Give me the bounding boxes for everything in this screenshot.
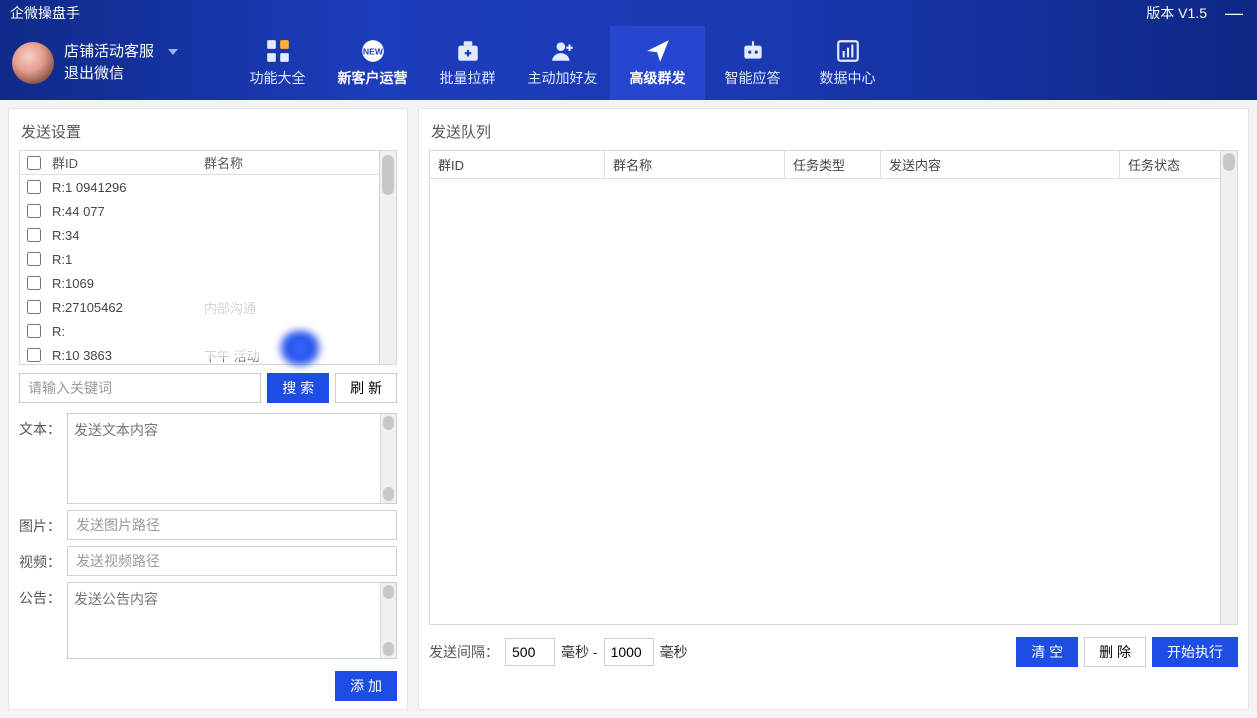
row-group-name: 内部沟通 xyxy=(198,298,379,317)
video-path-input[interactable] xyxy=(67,546,397,576)
notice-content-input[interactable] xyxy=(68,583,396,655)
qcol-content: 发送内容 xyxy=(881,151,1120,178)
row-group-id: R:10 3863 xyxy=(48,348,198,363)
col-group-name: 群名称 xyxy=(198,153,379,172)
interval-sep: 毫秒 - xyxy=(561,642,598,662)
select-all-checkbox[interactable] xyxy=(27,156,41,170)
nav-medkit[interactable]: 批量拉群 xyxy=(420,26,515,100)
medkit-icon xyxy=(455,38,481,64)
qcol-name: 群名称 xyxy=(605,151,785,178)
col-group-id: 群ID xyxy=(48,153,198,172)
start-button[interactable]: 开始执行 xyxy=(1152,637,1238,667)
text-label: 文本： xyxy=(19,413,63,439)
left-panel-title: 发送设置 xyxy=(19,117,397,150)
nav-label: 主动加好友 xyxy=(528,68,598,88)
new-badge-icon: NEW xyxy=(360,38,386,64)
text-content-input[interactable] xyxy=(68,414,396,500)
minimize-button[interactable]: — xyxy=(1221,0,1247,26)
svg-text:NEW: NEW xyxy=(362,46,383,56)
queue-scrollbar[interactable] xyxy=(1220,151,1237,624)
row-group-id: R:27105462 xyxy=(48,300,198,315)
clear-button[interactable]: 清 空 xyxy=(1016,637,1078,667)
qcol-id: 群ID xyxy=(430,151,605,178)
interval-max-input[interactable] xyxy=(604,638,654,666)
add-user-icon xyxy=(550,38,576,64)
row-group-id: R:44 077 xyxy=(48,204,198,219)
row-checkbox[interactable] xyxy=(27,276,41,290)
nav-grid[interactable]: 功能大全 xyxy=(230,26,325,100)
interval-label: 发送间隔： xyxy=(429,642,499,662)
logout-link[interactable]: 退出微信 xyxy=(64,63,178,85)
nav-new-badge[interactable]: NEW 新客户运营 xyxy=(325,26,420,100)
chevron-down-icon[interactable] xyxy=(168,49,178,55)
nav-robot[interactable]: 智能应答 xyxy=(705,26,800,100)
group-row[interactable]: R:27105462内部沟通 xyxy=(20,295,379,319)
group-row[interactable]: R:10 3863下午 活动 xyxy=(20,343,379,364)
group-row[interactable]: R:1 xyxy=(20,247,379,271)
avatar[interactable] xyxy=(12,42,54,84)
row-group-name: 下午 活动 xyxy=(198,346,379,365)
nav-label: 功能大全 xyxy=(250,68,306,88)
row-group-id: R:1 xyxy=(48,252,198,267)
row-group-id: R: xyxy=(48,324,198,339)
version-label: 版本 V1.5 xyxy=(1146,0,1207,26)
group-row[interactable]: R:34 xyxy=(20,223,379,247)
video-label: 视频： xyxy=(19,546,63,572)
interval-unit: 毫秒 xyxy=(660,642,688,662)
row-checkbox[interactable] xyxy=(27,348,41,362)
nav-label: 新客户运营 xyxy=(338,68,408,88)
row-group-id: R:34 xyxy=(48,228,198,243)
send-icon xyxy=(645,38,671,64)
textarea-scrollbar[interactable] xyxy=(380,583,396,658)
nav-label: 批量拉群 xyxy=(440,68,496,88)
notice-label: 公告： xyxy=(19,582,63,608)
delete-button[interactable]: 删 除 xyxy=(1084,637,1146,667)
row-group-id: R:1069 xyxy=(48,276,198,291)
nav-chart[interactable]: 数据中心 xyxy=(800,26,895,100)
queue-body xyxy=(430,179,1220,624)
groups-scrollbar[interactable] xyxy=(379,151,396,364)
qcol-status: 任务状态 xyxy=(1120,151,1220,178)
image-path-input[interactable] xyxy=(67,510,397,540)
row-checkbox[interactable] xyxy=(27,204,41,218)
group-row[interactable]: R:1069 xyxy=(20,271,379,295)
nav-label: 高级群发 xyxy=(630,68,686,88)
user-name: 店铺活动客服 xyxy=(64,41,154,63)
row-checkbox[interactable] xyxy=(27,324,41,338)
chart-icon xyxy=(835,38,861,64)
textarea-scrollbar[interactable] xyxy=(380,414,396,503)
interval-min-input[interactable] xyxy=(505,638,555,666)
nav-add-user[interactable]: 主动加好友 xyxy=(515,26,610,100)
row-checkbox[interactable] xyxy=(27,180,41,194)
right-panel-title: 发送队列 xyxy=(429,117,1238,150)
row-checkbox[interactable] xyxy=(27,228,41,242)
row-checkbox[interactable] xyxy=(27,252,41,266)
app-title: 企微操盘手 xyxy=(10,0,80,26)
row-checkbox[interactable] xyxy=(27,300,41,314)
nav-send[interactable]: 高级群发 xyxy=(610,26,705,100)
grid-icon xyxy=(265,38,291,64)
add-button[interactable]: 添 加 xyxy=(335,671,397,701)
refresh-button[interactable]: 刷 新 xyxy=(335,373,397,403)
qcol-type: 任务类型 xyxy=(785,151,881,178)
group-row[interactable]: R:44 077 xyxy=(20,199,379,223)
robot-icon xyxy=(740,38,766,64)
group-row[interactable]: R: xyxy=(20,319,379,343)
nav-label: 数据中心 xyxy=(820,68,876,88)
search-button[interactable]: 搜 索 xyxy=(267,373,329,403)
image-label: 图片： xyxy=(19,510,63,536)
nav-label: 智能应答 xyxy=(725,68,781,88)
row-group-id: R:1 0941296 xyxy=(48,180,198,195)
group-row[interactable]: R:1 0941296 xyxy=(20,175,379,199)
keyword-input[interactable] xyxy=(19,373,261,403)
